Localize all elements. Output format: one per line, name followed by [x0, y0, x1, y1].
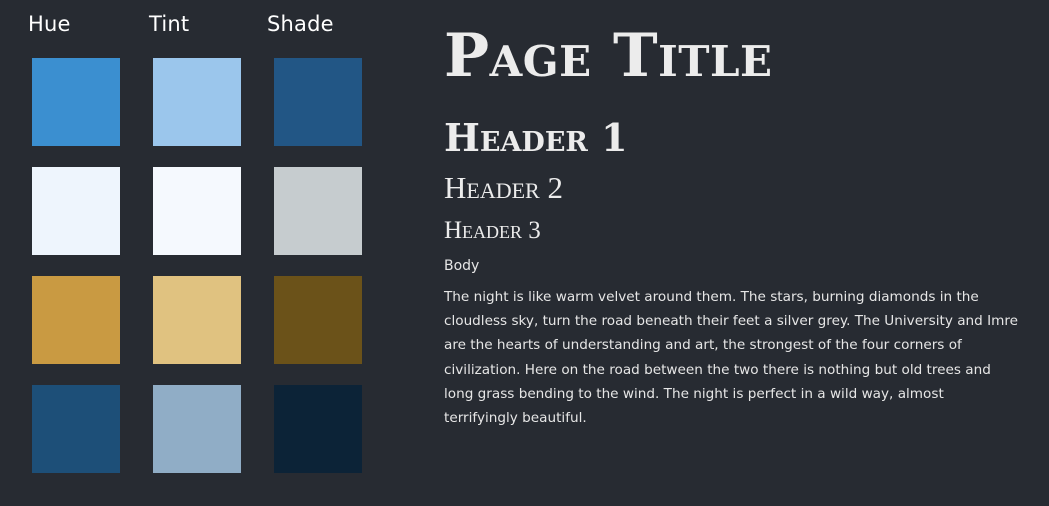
swatch-row2-shade[interactable] [274, 167, 362, 255]
header-3: Header 3 [444, 217, 541, 244]
column-label-hue: Hue [28, 12, 71, 36]
header-2: Header 2 [444, 170, 563, 205]
body-paragraph: The night is like warm velvet around the… [444, 289, 1019, 427]
swatch-row1-shade[interactable] [274, 58, 362, 146]
swatch-row3-hue[interactable] [32, 276, 120, 364]
swatch-row2-tint[interactable] [153, 167, 241, 255]
header-1: Header 1 [444, 115, 628, 160]
column-label-shade: Shade [267, 12, 334, 36]
swatch-row1-hue[interactable] [32, 58, 120, 146]
swatch-row4-hue[interactable] [32, 385, 120, 473]
swatch-row3-shade[interactable] [274, 276, 362, 364]
style-guide-page: Hue Tint Shade Page Title Header 1 Heade… [0, 0, 1049, 506]
swatch-row3-tint[interactable] [153, 276, 241, 364]
column-label-tint: Tint [149, 12, 190, 36]
swatch-row4-tint[interactable] [153, 385, 241, 473]
color-palette: Hue Tint Shade [0, 0, 400, 506]
body-label: Body [444, 258, 480, 274]
swatch-row1-tint[interactable] [153, 58, 241, 146]
swatch-row4-shade[interactable] [274, 385, 362, 473]
page-title: Page Title [444, 21, 773, 91]
swatch-row2-hue[interactable] [32, 167, 120, 255]
